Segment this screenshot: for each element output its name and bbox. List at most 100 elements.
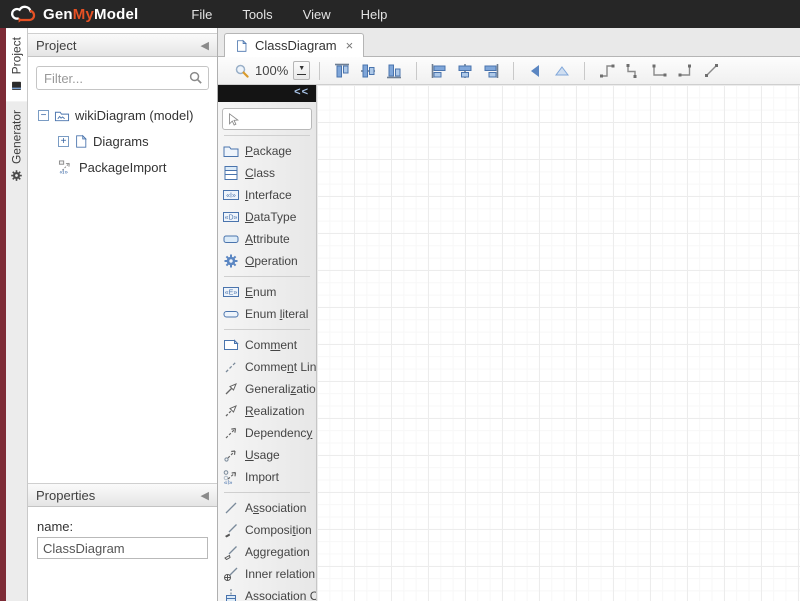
palette-item-comment[interactable]: Comment: [218, 334, 316, 356]
editor-toolbar: 100% ▼: [218, 57, 800, 85]
enum-icon: «E»: [223, 284, 239, 300]
route-corner-left-icon: [651, 62, 668, 79]
inner-relation-icon: [223, 566, 239, 582]
zoom-level-value[interactable]: 100%: [255, 63, 288, 78]
route-corner-right-button[interactable]: [672, 60, 698, 82]
flip-horizontal-button[interactable]: [523, 60, 549, 82]
editor-area: ClassDiagram × 100% ▼: [218, 28, 800, 601]
side-tab-label: Generator: [10, 110, 24, 164]
palette-separator: [224, 135, 310, 136]
route-oblique-button[interactable]: [698, 60, 724, 82]
route-corner-left-button[interactable]: [646, 60, 672, 82]
route-step-up-button[interactable]: [594, 60, 620, 82]
palette-item-enum-literal[interactable]: Enum literal: [218, 303, 316, 325]
tree-item-diagrams[interactable]: + Diagrams: [38, 128, 217, 154]
realization-icon: [223, 403, 239, 419]
attribute-icon: [223, 231, 239, 247]
diagram-canvas[interactable]: [317, 85, 800, 601]
dependency-icon: [223, 425, 239, 441]
enum-literal-icon: [223, 306, 239, 322]
palette-item-usage[interactable]: Usage: [218, 444, 316, 466]
collapse-panel-icon[interactable]: ◀: [201, 39, 209, 52]
generalization-icon: [223, 381, 239, 397]
toolbar-separator: [416, 62, 417, 80]
palette-item-comment-link[interactable]: Comment Link: [218, 356, 316, 378]
palette-item-aggregation[interactable]: Aggregation: [218, 541, 316, 563]
palette-item-operation[interactable]: Operation: [218, 250, 316, 272]
collapse-panel-icon[interactable]: ◀: [201, 489, 209, 502]
palette-item-composition[interactable]: Composition: [218, 519, 316, 541]
align-bottom-button[interactable]: [381, 60, 407, 82]
side-tab-generator[interactable]: Generator: [6, 101, 27, 191]
svg-text:«I»: «I»: [59, 169, 68, 175]
toolbar-separator: [513, 62, 514, 80]
class-icon: [223, 165, 239, 181]
tree-item-label: wikiDiagram (model): [75, 108, 193, 123]
operation-gear-icon: [223, 253, 239, 269]
cloud-logo-icon: [10, 4, 37, 25]
align-center-button[interactable]: [452, 60, 478, 82]
palette-item-datatype[interactable]: «D» DataType: [218, 206, 316, 228]
model-folder-icon: [54, 108, 70, 123]
tool-palette: << Package Class: [218, 85, 317, 601]
tree-item-package-import[interactable]: «I» PackageImport: [38, 154, 217, 180]
side-tab-project[interactable]: Project: [6, 28, 27, 101]
palette-item-inner-relation[interactable]: Inner relation: [218, 563, 316, 585]
palette-item-class[interactable]: Class: [218, 162, 316, 184]
palette-item-attribute[interactable]: Attribute: [218, 228, 316, 250]
palette-item-association-class[interactable]: Association Cl...: [218, 585, 316, 601]
notebook-icon: [10, 79, 23, 92]
close-tab-icon[interactable]: ×: [344, 38, 354, 53]
side-tab-label: Project: [10, 37, 24, 74]
palette-separator: [224, 329, 310, 330]
palette-item-realization[interactable]: Realization: [218, 400, 316, 422]
align-left-button[interactable]: [426, 60, 452, 82]
selection-tool[interactable]: [222, 108, 312, 130]
gear-icon: [10, 169, 23, 182]
menu-bar: GenMyModel File Tools View Help: [0, 0, 800, 28]
zoom-dropdown-button[interactable]: ▼: [293, 61, 310, 80]
tree-item-model[interactable]: − wikiDiagram (model): [38, 102, 217, 128]
palette-item-package[interactable]: Package: [218, 140, 316, 162]
tree-item-label: PackageImport: [79, 160, 166, 175]
properties-panel-header: Properties ◀: [28, 483, 217, 507]
expand-expander-icon[interactable]: +: [58, 136, 69, 147]
menu-view[interactable]: View: [288, 2, 346, 27]
align-right-button[interactable]: [478, 60, 504, 82]
flip-vertical-button[interactable]: [549, 60, 575, 82]
palette-separator: [224, 492, 310, 493]
left-panel: Project ◀ −: [28, 28, 218, 601]
properties-section: Properties ◀ name:: [28, 483, 217, 601]
tab-classdiagram[interactable]: ClassDiagram ×: [224, 33, 364, 57]
route-step-down-icon: [625, 62, 642, 79]
palette-item-association[interactable]: Association: [218, 497, 316, 519]
menu-tools[interactable]: Tools: [227, 2, 287, 27]
editor-tab-bar: ClassDiagram ×: [218, 28, 800, 57]
svg-text:«I»: «I»: [226, 193, 236, 200]
palette-item-interface[interactable]: «I» Interface: [218, 184, 316, 206]
route-oblique-icon: [703, 62, 720, 79]
svg-text:«E»: «E»: [225, 290, 238, 297]
tree-item-label: Diagrams: [93, 134, 149, 149]
palette-item-enum[interactable]: «E» Enum: [218, 281, 316, 303]
palette-item-import[interactable]: «I» Import: [218, 466, 316, 488]
palette-item-generalization[interactable]: Generalization: [218, 378, 316, 400]
filter-input[interactable]: [36, 66, 209, 90]
route-step-down-button[interactable]: [620, 60, 646, 82]
palette-item-dependency[interactable]: Dependency: [218, 422, 316, 444]
properties-panel-title: Properties: [36, 488, 95, 503]
align-middle-button[interactable]: [355, 60, 381, 82]
zoom-magnifier-icon: [234, 63, 250, 79]
menu-help[interactable]: Help: [346, 2, 403, 27]
name-field[interactable]: [37, 537, 208, 559]
svg-text:«D»: «D»: [225, 215, 238, 222]
menu-file[interactable]: File: [176, 2, 227, 27]
package-import-icon: «I»: [58, 160, 74, 175]
collapse-expander-icon[interactable]: −: [38, 110, 49, 121]
cursor-pointer-icon: [226, 112, 240, 127]
association-icon: [223, 500, 239, 516]
palette-collapse-button[interactable]: <<: [218, 85, 316, 102]
interface-icon: «I»: [223, 187, 239, 203]
align-top-button[interactable]: [329, 60, 355, 82]
collapse-chevrons-icon: <<: [294, 86, 309, 98]
